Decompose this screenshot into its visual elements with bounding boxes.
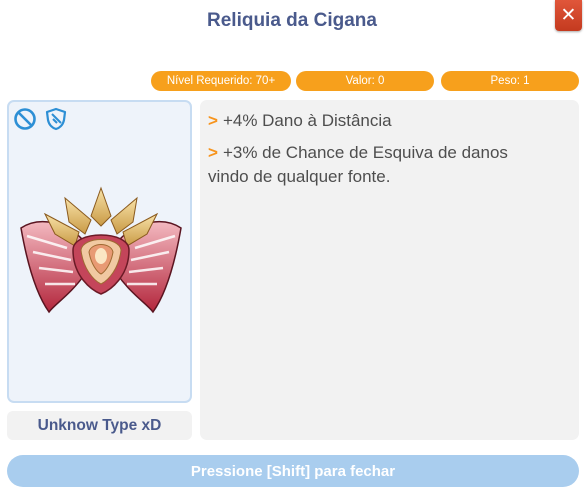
description-line: > +4% Dano à Distância [208,109,538,133]
value-badge: Valor: 0 [296,71,434,91]
relic-item-icon [20,186,182,314]
bullet-arrow-icon: > [208,143,218,162]
description-text: +3% de Chance de Esquiva de danos vindo … [208,143,508,186]
no-trade-icon [14,108,36,130]
close-button[interactable]: ✕ [555,0,582,31]
close-icon: ✕ [560,5,577,26]
item-type-label: Unknow Type xD [7,411,192,440]
weight-badge: Peso: 1 [441,71,579,91]
description-line: > +3% de Chance de Esquiva de danos vindo… [208,141,538,189]
item-description-panel: > +4% Dano à Distância > +3% de Chance de … [200,100,579,440]
shield-icon [45,107,67,131]
required-level-badge: Nível Requerido: 70+ [151,71,291,91]
shift-close-hint-button[interactable]: Pressione [Shift] para fechar [7,455,579,487]
window-title: Reliquia da Cigana [207,10,377,31]
item-image-panel [7,100,192,403]
description-text: +4% Dano à Distância [222,111,392,130]
bullet-arrow-icon: > [208,111,218,130]
